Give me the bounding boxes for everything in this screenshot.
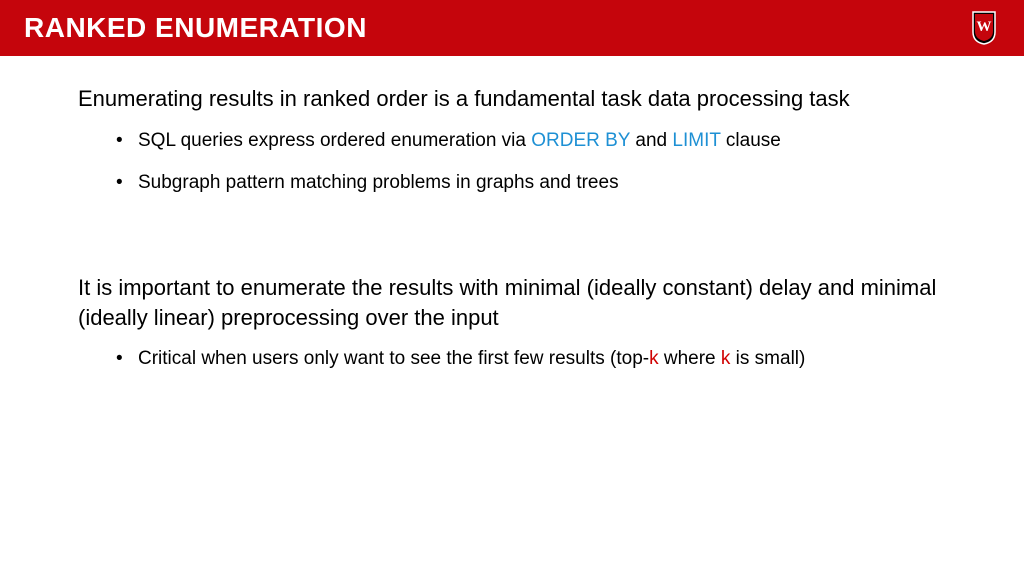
- slide-content: Enumerating results in ranked order is a…: [0, 56, 1024, 373]
- paragraph-1: Enumerating results in ranked order is a…: [78, 84, 946, 114]
- slide-header: RANKED ENUMERATION W: [0, 0, 1024, 56]
- uw-crest-icon: W: [968, 8, 1000, 48]
- bullet-text: Critical when users only want to see the…: [138, 348, 649, 369]
- bullet-item: SQL queries express ordered enumeration …: [138, 128, 946, 155]
- variable-k: k: [649, 348, 659, 369]
- bullet-list-2: Critical when users only want to see the…: [78, 346, 946, 373]
- variable-k: k: [721, 348, 731, 369]
- bullet-text: is small): [730, 348, 805, 369]
- bullet-text: clause: [721, 130, 781, 151]
- sql-keyword: LIMIT: [672, 130, 720, 151]
- svg-text:W: W: [977, 19, 992, 35]
- bullet-text: where: [659, 348, 721, 369]
- bullet-item: Critical when users only want to see the…: [138, 346, 946, 373]
- bullet-text: SQL queries express ordered enumeration …: [138, 130, 531, 151]
- bullet-list-1: SQL queries express ordered enumeration …: [78, 128, 946, 197]
- paragraph-2: It is important to enumerate the results…: [78, 273, 946, 332]
- bullet-item: Subgraph pattern matching problems in gr…: [138, 170, 946, 197]
- bullet-text: and: [630, 130, 672, 151]
- sql-keyword: ORDER BY: [531, 130, 630, 151]
- slide-title: RANKED ENUMERATION: [24, 12, 367, 44]
